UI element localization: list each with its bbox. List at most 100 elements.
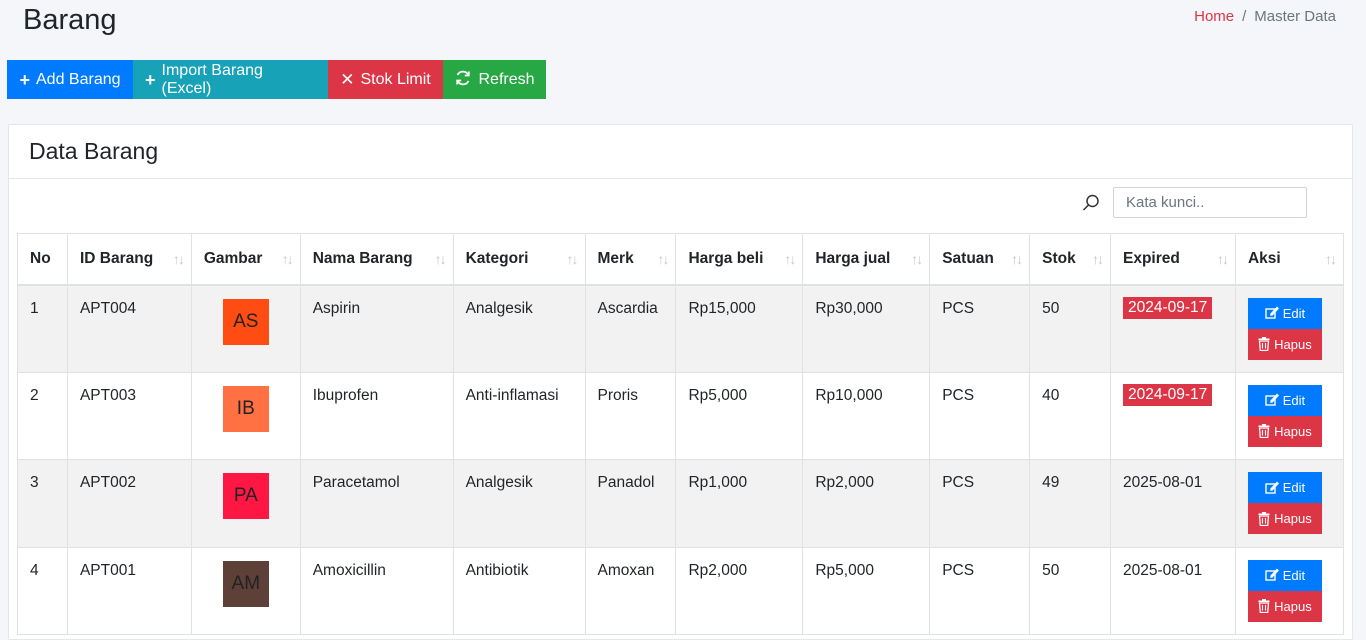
search-input[interactable] [1113,187,1307,218]
edit-icon [1265,568,1279,582]
breadcrumb-home-link[interactable]: Home [1194,8,1234,25]
column-header[interactable]: Aksi ↑↓ [1234,233,1345,286]
item-name: Paracetamol [299,459,454,548]
column-header[interactable]: ID Barang ↑↓ [66,233,192,286]
column-header[interactable]: Satuan ↑↓ [929,233,1031,286]
edit-button[interactable]: Edit [1247,472,1322,503]
delete-button[interactable]: Hapus [1247,503,1322,534]
sort-icon[interactable]: ↑↓ [784,251,796,267]
refresh-label: Refresh [478,70,535,88]
edit-button[interactable]: Edit [1247,559,1322,591]
item-stock: 49 [1029,459,1111,548]
column-header-label: Satuan [942,249,994,267]
stok-limit-label: Stok Limit [360,70,431,88]
breadcrumb-separator: / [1242,8,1247,25]
item-unit: PCS [929,284,1031,373]
item-unit: PCS [929,371,1031,460]
delete-button[interactable]: Hapus [1247,590,1322,622]
item-category: Analgesik [452,459,586,548]
sort-icon[interactable]: ↑↓ [567,251,579,267]
column-header-label: ID Barang [79,249,154,267]
trash-icon [1258,424,1270,438]
item-stock: 40 [1029,371,1111,460]
item-brand: Proris [584,371,677,460]
delete-label: Hapus [1274,598,1312,614]
item-image-cell: AM [190,546,301,635]
plus-icon: + [145,69,156,90]
item-brand: Panadol [584,459,677,548]
item-buy-price: Rp2,000 [675,546,804,635]
add-barang-button[interactable]: + Add Barang [7,60,133,99]
row-number: 4 [17,546,68,635]
column-header: No [17,233,68,286]
column-header[interactable]: Merk ↑↓ [584,233,677,286]
item-name: Amoxicillin [299,546,454,635]
stok-limit-button[interactable]: ✕ Stok Limit [328,60,443,99]
delete-button[interactable]: Hapus [1247,415,1322,447]
item-id: APT003 [66,371,192,460]
toolbar: + Add Barang + Import Barang (Excel) ✕ S… [7,60,546,99]
item-sell-price: Rp30,000 [802,284,931,373]
edit-button[interactable]: Edit [1247,384,1322,416]
sort-icon[interactable]: ↑↓ [282,251,294,267]
item-unit: PCS [929,459,1031,548]
item-thumbnail: AM [222,560,269,607]
edit-icon [1265,306,1279,320]
column-header-label: Gambar [203,249,263,267]
import-barang-button[interactable]: + Import Barang (Excel) [133,60,328,99]
sort-icon[interactable]: ↑↓ [1011,251,1023,267]
column-header[interactable]: Harga jual ↑↓ [802,233,931,286]
edit-label: Edit [1282,567,1306,583]
item-category: Antibiotik [452,546,586,635]
delete-button[interactable]: Hapus [1247,328,1322,360]
item-brand: Amoxan [584,546,677,635]
column-header[interactable]: Gambar ↑↓ [190,233,301,286]
column-header-label: No [30,249,51,267]
item-expired-cell: 2024-09-17 [1110,284,1236,373]
column-header[interactable]: Nama Barang ↑↓ [299,233,454,286]
item-thumbnail: AS [222,298,269,345]
column-header[interactable]: Stok ↑↓ [1029,233,1111,286]
sort-icon[interactable]: ↑↓ [657,251,669,267]
item-name: Aspirin [299,284,454,373]
item-id: APT001 [66,546,192,635]
actions-cell: Edit Hapus [1234,546,1345,635]
column-header[interactable]: Harga beli ↑↓ [675,233,804,286]
sort-icon[interactable]: ↑↓ [435,251,447,267]
actions-cell: Edit Hapus [1234,284,1345,373]
item-sell-price: Rp5,000 [802,546,931,635]
delete-label: Hapus [1274,423,1312,439]
column-header-label: Stok [1042,249,1076,267]
table-row: 2 APT003 IB Ibuprofen Anti-inflamasi Proris Rp… [17,371,1345,460]
row-number: 3 [17,459,68,548]
refresh-button[interactable]: Refresh [443,60,546,99]
delete-label: Hapus [1274,511,1312,526]
column-header-label: Kategori [465,249,529,267]
plus-icon: + [19,69,30,90]
sort-icon[interactable]: ↑↓ [911,251,923,267]
column-header-label: Aksi [1247,249,1281,267]
sort-icon[interactable]: ↑↓ [173,251,185,267]
item-stock: 50 [1029,546,1111,635]
item-buy-price: Rp1,000 [675,459,804,548]
expired-date: 2025-08-01 [1123,561,1203,579]
column-header-label: Harga jual [815,249,891,267]
expired-badge: 2024-09-17 [1123,296,1213,319]
page-title: Barang [23,4,117,36]
item-image-cell: IB [190,371,301,460]
table-row: 4 APT001 AM Amoxicillin Antibiotik Amoxan Rp2,… [17,546,1345,635]
column-header-label: Expired [1123,249,1180,267]
item-expired-cell: 2024-09-17 [1110,371,1236,460]
sort-icon[interactable]: ↑↓ [1325,251,1337,267]
sort-icon[interactable]: ↑↓ [1217,251,1229,267]
edit-button[interactable]: Edit [1247,297,1322,329]
column-header-label: Harga beli [688,249,764,267]
item-id: APT002 [66,459,192,548]
edit-label: Edit [1282,305,1306,321]
column-header[interactable]: Expired ↑↓ [1110,233,1236,286]
trash-icon [1258,511,1270,526]
item-unit: PCS [929,546,1031,635]
delete-label: Hapus [1274,336,1312,352]
sort-icon[interactable]: ↑↓ [1092,251,1104,267]
column-header[interactable]: Kategori ↑↓ [452,233,586,286]
